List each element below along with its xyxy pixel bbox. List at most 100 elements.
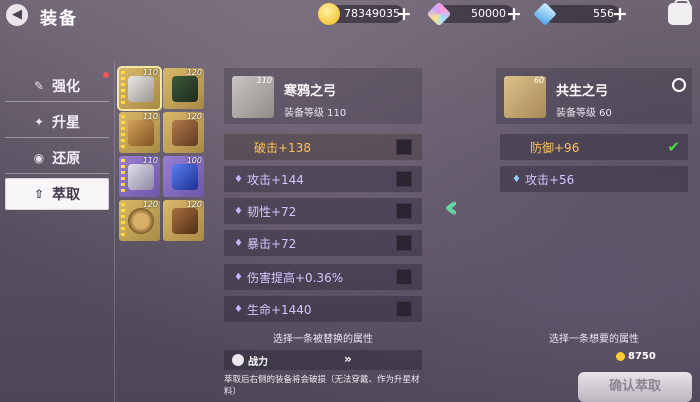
attribute-row[interactable]: ♦ 攻击+144 xyxy=(224,166,422,192)
replace-hint: 选择一条被替换的属性 xyxy=(273,334,373,345)
tome-icon xyxy=(172,76,198,102)
bow-icon[interactable]: 110 xyxy=(232,76,274,118)
attribute-row[interactable]: ♦ 生命+1440 xyxy=(224,296,422,322)
attribute-row[interactable]: ♦ 伤害提高+0.36% xyxy=(224,264,422,290)
source-item-panel: 60 共生之弓 装备等级 60 防御+96 ✔ ♦ 攻击+56 选择一条想要的属… xyxy=(496,68,692,350)
inventory-slot[interactable]: 120 xyxy=(163,68,204,109)
star-strip xyxy=(121,159,125,193)
thumb-level: 60 xyxy=(533,76,544,85)
add-crystal-button[interactable]: + xyxy=(610,4,630,24)
item-header: 110 寒鸦之弓 装备等级 110 xyxy=(224,68,422,124)
side-tabs: ✎ 强化 ✦ 升星 ◉ 还原 ⇧ 萃取 xyxy=(5,70,109,214)
gold-currency: 78349035 + xyxy=(318,3,414,25)
combat-power: 战力 » xyxy=(224,350,422,370)
inventory-slot[interactable]: 120 xyxy=(163,112,204,153)
add-gold-button[interactable]: + xyxy=(394,4,414,24)
attribute-row[interactable]: ♦ 韧性+72 xyxy=(224,198,422,224)
inventory-slot[interactable]: 110 xyxy=(119,156,160,197)
select-checkbox[interactable] xyxy=(396,235,412,251)
attribute-row[interactable]: ♦ 攻击+56 xyxy=(500,166,688,192)
inventory-slot[interactable]: 120 xyxy=(163,200,204,241)
tab-star-up[interactable]: ✦ 升星 xyxy=(5,106,109,138)
attribute-row[interactable]: 破击+138 xyxy=(224,134,422,160)
tab-label: 强化 xyxy=(52,78,81,95)
notification-dot xyxy=(103,72,109,78)
star-strip xyxy=(121,71,125,105)
bag-icon[interactable] xyxy=(668,0,692,25)
diamond-icon: ♦ xyxy=(234,173,243,185)
tab-label: 还原 xyxy=(52,150,81,167)
power-label: 战力 xyxy=(248,356,268,368)
select-checkbox[interactable] xyxy=(396,203,412,219)
slot-level: 110 xyxy=(142,112,158,121)
select-checkbox[interactable] xyxy=(396,269,412,285)
attribute-text: 韧性+72 xyxy=(246,204,297,219)
gold-coin-icon xyxy=(318,3,340,25)
slot-level: 120 xyxy=(186,68,202,77)
armor-icon xyxy=(172,120,198,146)
slot-level: 100 xyxy=(186,156,202,165)
restore-icon: ◉ xyxy=(33,150,45,165)
slot-level: 110 xyxy=(142,156,158,165)
tab-restore[interactable]: ◉ 还原 xyxy=(5,142,109,174)
extract-warning: 萃取后右侧的装备将会破损（无法穿戴、作为升星材料） xyxy=(224,375,420,397)
slot-level: 120 xyxy=(142,200,158,209)
thumb-level: 110 xyxy=(256,76,272,85)
replace-item-panel: 110 寒鸦之弓 装备等级 110 破击+138 ♦ 攻击+144 ♦ 韧性+7… xyxy=(224,68,422,350)
gold-value: 78349035 xyxy=(344,7,400,20)
gem-value: 50000 xyxy=(471,7,506,20)
attribute-text: 伤害提高+0.36% xyxy=(246,270,344,285)
slot-level: 110 xyxy=(142,68,158,77)
tab-extract[interactable]: ⇧ 萃取 xyxy=(5,178,109,210)
select-checkbox[interactable] xyxy=(396,171,412,187)
inventory-slot[interactable]: 100 xyxy=(163,156,204,197)
star-strip xyxy=(121,203,125,237)
attribute-text: 攻击+144 xyxy=(246,172,304,187)
slot-level: 120 xyxy=(186,200,202,209)
slot-level: 120 xyxy=(186,112,202,121)
diamond-icon: ♦ xyxy=(234,237,243,249)
bow-icon xyxy=(128,76,154,102)
back-icon[interactable]: ◀ xyxy=(6,4,28,26)
attribute-row[interactable]: 防御+96 ✔ xyxy=(500,134,688,160)
refresh-icon[interactable] xyxy=(672,78,686,92)
bow-icon[interactable]: 60 xyxy=(504,76,546,118)
want-hint: 选择一条想要的属性 xyxy=(549,334,639,345)
leather-boots-icon xyxy=(172,208,198,234)
attribute-text: 防御+96 xyxy=(530,140,580,155)
item-level: 装备等级 60 xyxy=(556,108,612,119)
confirm-extract-button[interactable]: 确认萃取 xyxy=(578,372,692,402)
power-icon xyxy=(232,354,244,366)
extract-icon: ⇧ xyxy=(33,187,45,201)
add-gem-button[interactable]: + xyxy=(504,4,524,24)
boots-icon xyxy=(128,164,154,190)
double-left-arrow-icon: ‹‹ xyxy=(444,190,458,225)
select-checkbox[interactable] xyxy=(396,301,412,317)
gloves-icon xyxy=(172,164,198,190)
attribute-text: 生命+1440 xyxy=(246,302,312,317)
crystal-value: 556 xyxy=(593,7,614,20)
attribute-row[interactable]: ♦ 暴击+72 xyxy=(224,230,422,256)
diamond-icon: ♦ xyxy=(234,303,243,315)
tab-enhance[interactable]: ✎ 强化 xyxy=(5,70,109,102)
diamond-icon: ♦ xyxy=(234,271,243,283)
item-level: 装备等级 110 xyxy=(284,108,347,119)
checkmark-icon: ✔ xyxy=(667,138,680,156)
star-up-icon: ✦ xyxy=(33,114,45,129)
top-bar: ◀ 装备 78349035 + 50000 + 556 + xyxy=(0,0,700,30)
inventory-slot[interactable]: 110 xyxy=(119,112,160,153)
inventory-slot[interactable]: 120 xyxy=(119,200,160,241)
select-checkbox[interactable] xyxy=(396,139,412,155)
item-header: 60 共生之弓 装备等级 60 xyxy=(496,68,692,124)
cost-value: 8750 xyxy=(628,351,656,362)
item-name: 寒鸦之弓 xyxy=(284,84,337,99)
gold-coin-icon xyxy=(616,352,625,361)
ring-icon xyxy=(128,208,154,234)
diamond-icon: ♦ xyxy=(234,205,243,217)
attribute-text: 攻击+56 xyxy=(524,172,575,187)
inventory-slot[interactable]: 110 xyxy=(117,66,162,111)
divider xyxy=(114,62,115,402)
crystal-currency: 556 + xyxy=(533,2,630,26)
attribute-text: 暴击+72 xyxy=(246,236,297,251)
hammer-icon: ✎ xyxy=(33,78,45,93)
